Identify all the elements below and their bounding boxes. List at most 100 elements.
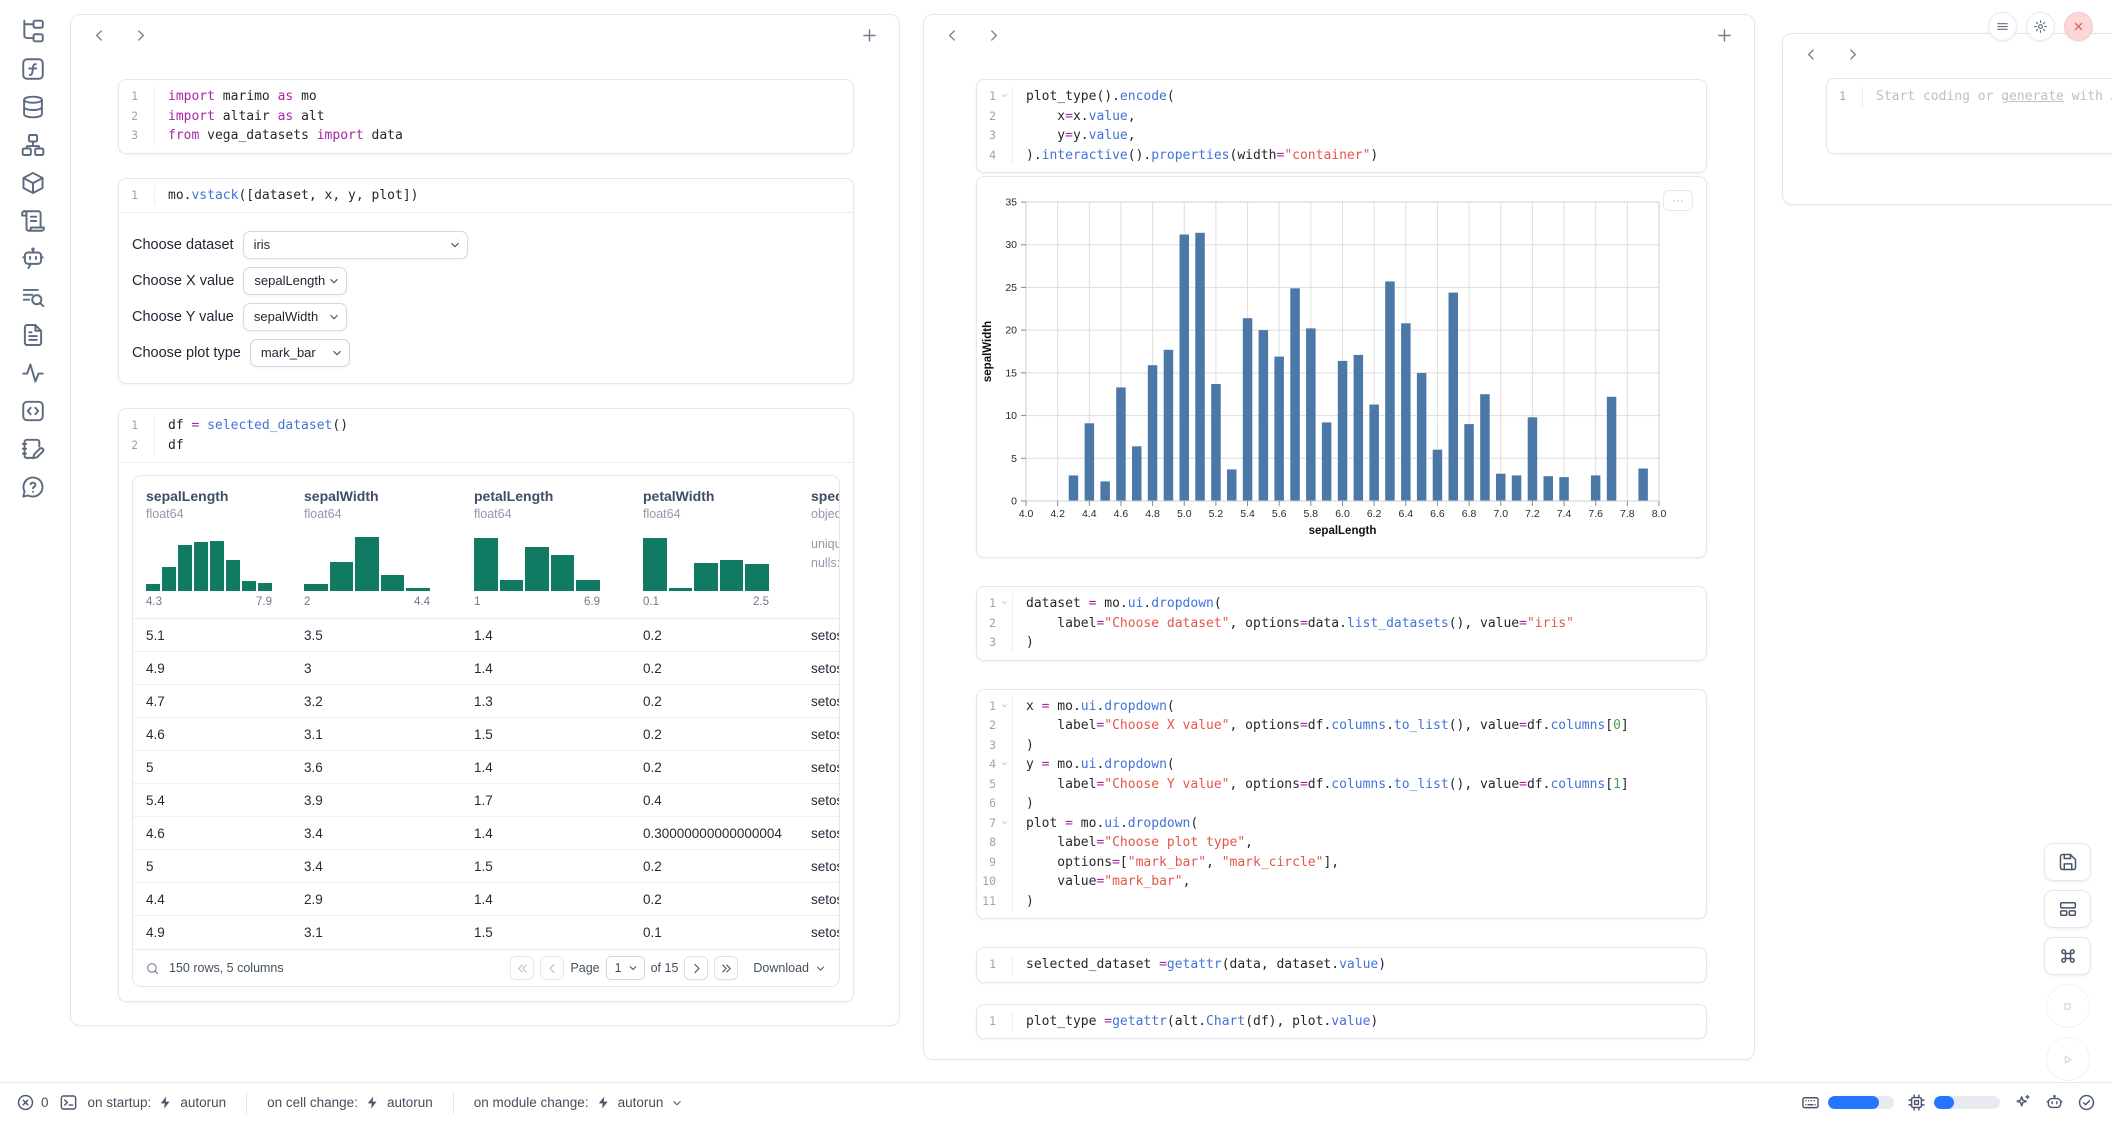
sidebar-item-log-search[interactable] (20, 284, 46, 310)
page-number-select[interactable]: 1 (606, 956, 645, 980)
previous-page-button[interactable] (540, 956, 564, 980)
code-editor[interactable]: 1selected_dataset =getattr(data, dataset… (977, 948, 1706, 982)
connection-status-button[interactable] (2077, 1093, 2096, 1112)
fold-icon[interactable] (1000, 598, 1009, 607)
on-module-change-setting[interactable]: on module change: autorun (474, 1095, 685, 1110)
last-page-button[interactable] (714, 956, 738, 980)
code-cell-plot-type[interactable]: 1plot_type =getattr(alt.Chart(df), plot.… (976, 1004, 1707, 1040)
sidebar-item-dependency-graph[interactable] (20, 132, 46, 158)
layout-button[interactable] (2044, 890, 2091, 928)
code-line: 1df = selected_dataset() (119, 416, 853, 436)
stop-button[interactable] (2046, 984, 2090, 1028)
svg-text:30: 30 (1005, 239, 1017, 251)
ai-chat-button[interactable] (2045, 1093, 2064, 1112)
sidebar-item-database[interactable] (20, 94, 46, 120)
column-move-right-button[interactable] (132, 27, 149, 44)
sidebar-item-chat-bot[interactable] (20, 246, 46, 272)
sidebar-item-help[interactable] (20, 474, 46, 500)
keyboard-meter[interactable] (1801, 1093, 1894, 1112)
column-move-right-button[interactable] (985, 27, 1002, 44)
empty-code-cell[interactable]: 1 Start coding or generate with AI (1826, 78, 2112, 154)
settings-button[interactable] (2026, 12, 2055, 41)
table-row[interactable]: 4.93.11.50.1setosa (133, 916, 839, 949)
fold-icon[interactable] (1000, 701, 1009, 710)
table-row[interactable]: 53.61.40.2setosa (133, 751, 839, 784)
code-cell-dataframe[interactable]: 1df = selected_dataset()2df sepalLengthf… (118, 408, 854, 1002)
cpu-meter[interactable] (1907, 1093, 2000, 1112)
column-header-petalWidth[interactable]: petalWidthfloat640.12.5 (643, 488, 811, 608)
fold-icon[interactable] (1000, 91, 1009, 100)
table-cell: 4.7 (146, 694, 304, 709)
table-row[interactable]: 5.13.51.40.2setosa (133, 619, 839, 652)
next-page-button[interactable] (684, 956, 708, 980)
code-cell-selected-dataset[interactable]: 1selected_dataset =getattr(data, dataset… (976, 947, 1707, 983)
code-cell-vstack[interactable]: 1mo.vstack([dataset, x, y, plot]) Choose… (118, 178, 854, 385)
add-cell-button[interactable] (1715, 26, 1734, 45)
column-header-sepalLength[interactable]: sepalLengthfloat644.37.9 (146, 488, 304, 608)
column-move-left-button[interactable] (91, 27, 108, 44)
search-icon[interactable] (145, 961, 160, 976)
table-cell: 4.9 (146, 925, 304, 940)
chevron-left-icon (944, 27, 961, 44)
code-cell-imports[interactable]: 1import marimo as mo2import altair as al… (118, 79, 854, 154)
fold-icon[interactable] (1000, 759, 1009, 768)
save-button[interactable] (2044, 843, 2091, 881)
sidebar-item-scratchpad[interactable] (20, 436, 46, 462)
menu-button[interactable] (1988, 12, 2017, 41)
code-editor[interactable]: 1df = selected_dataset()2df (119, 409, 853, 462)
generate-with-ai-link[interactable]: generate (2001, 89, 2064, 104)
code-line: 1plot_type().encode( (977, 87, 1706, 107)
table-row[interactable]: 5.43.91.70.4setosa (133, 784, 839, 817)
on-startup-setting[interactable]: on startup: autorun (88, 1095, 227, 1110)
errors-button[interactable]: 0 (16, 1093, 49, 1112)
run-button[interactable] (2046, 1037, 2090, 1081)
choose-plot-type-select[interactable]: mark_bar (250, 339, 350, 367)
terminal-button[interactable] (59, 1093, 78, 1112)
sidebar-item-package[interactable] (20, 170, 46, 196)
code-line: 1mo.vstack([dataset, x, y, plot]) (119, 186, 853, 206)
shutdown-button[interactable] (2064, 12, 2093, 41)
sidebar-item-snippets[interactable] (20, 322, 46, 348)
add-cell-button[interactable] (860, 26, 879, 45)
sidebar-item-file-tree[interactable] (20, 18, 46, 44)
column-move-right-button[interactable] (1844, 46, 1861, 63)
code-line: 2import altair as alt (119, 107, 853, 127)
column-header-species[interactable]: speciesobjectunique:nulls: (811, 488, 840, 608)
code-editor[interactable]: 1plot_type =getattr(alt.Chart(df), plot.… (977, 1005, 1706, 1039)
table-row[interactable]: 4.931.40.2setosa (133, 652, 839, 685)
chart-menu-button[interactable] (1663, 190, 1693, 211)
choose-x-value-select[interactable]: sepalLength (243, 267, 347, 295)
setting-label: on module change: (474, 1095, 589, 1110)
code-editor[interactable]: 1mo.vstack([dataset, x, y, plot]) (119, 179, 853, 213)
code-cell-dataset-dropdown[interactable]: 1dataset = mo.ui.dropdown(2 label="Choos… (976, 586, 1707, 661)
sidebar-item-activity[interactable] (20, 360, 46, 386)
sidebar-item-code-block[interactable] (20, 398, 46, 424)
column-header-sepalWidth[interactable]: sepalWidthfloat6424.4 (304, 488, 474, 608)
fold-icon[interactable] (1000, 818, 1009, 827)
code-editor[interactable]: 1dataset = mo.ui.dropdown(2 label="Choos… (977, 587, 1706, 660)
column-move-left-button[interactable] (944, 27, 961, 44)
table-cell: 5 (146, 760, 304, 775)
sparkles-icon (2013, 1093, 2032, 1112)
choose-y-value-select[interactable]: sepalWidth (243, 303, 347, 331)
command-palette-button[interactable] (2044, 937, 2091, 975)
on-cell-change-setting[interactable]: on cell change: autorun (267, 1095, 433, 1110)
table-row[interactable]: 4.63.11.50.2setosa (133, 718, 839, 751)
sidebar-item-scroll[interactable] (20, 208, 46, 234)
table-row[interactable]: 4.73.21.30.2setosa (133, 685, 839, 718)
table-row[interactable]: 53.41.50.2setosa (133, 850, 839, 883)
ai-assist-button[interactable] (2013, 1093, 2032, 1112)
choose-dataset-select[interactable]: iris (243, 231, 468, 259)
code-cell-xy-plot-dropdowns[interactable]: 1x = mo.ui.dropdown(2 label="Choose X va… (976, 689, 1707, 920)
download-button[interactable]: Download (753, 961, 827, 975)
table-row[interactable]: 4.42.91.40.2setosa (133, 883, 839, 916)
sidebar-item-function-square[interactable] (20, 56, 46, 82)
code-editor[interactable]: 1import marimo as mo2import altair as al… (119, 80, 853, 153)
code-cell-plot-encode[interactable]: 1plot_type().encode(2 x=x.value,3 y=y.va… (976, 79, 1707, 173)
column-move-left-button[interactable] (1803, 46, 1820, 63)
first-page-button[interactable] (510, 956, 534, 980)
column-header-petalLength[interactable]: petalLengthfloat6416.9 (474, 488, 643, 608)
table-row[interactable]: 4.63.41.40.30000000000000004setosa (133, 817, 839, 850)
code-editor[interactable]: 1x = mo.ui.dropdown(2 label="Choose X va… (977, 690, 1706, 919)
code-editor[interactable]: 1plot_type().encode(2 x=x.value,3 y=y.va… (977, 80, 1706, 172)
